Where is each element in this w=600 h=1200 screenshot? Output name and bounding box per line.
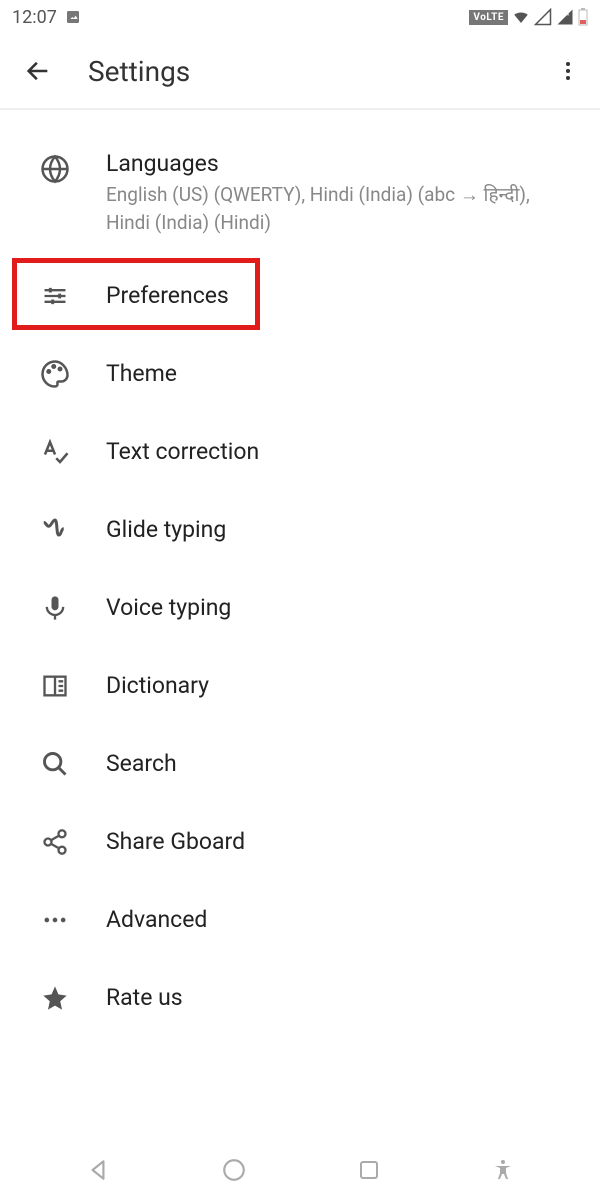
row-label: Glide typing <box>106 516 226 543</box>
gallery-icon <box>65 9 81 25</box>
wifi-icon <box>512 8 530 26</box>
row-sub: English (US) (QWERTY), Hindi (India) (ab… <box>106 181 546 236</box>
volte-badge: VoLTE <box>469 10 508 25</box>
page-title: Settings <box>88 55 190 88</box>
row-preferences[interactable]: Preferences <box>0 256 600 334</box>
row-text-correction[interactable]: Text correction <box>0 412 600 490</box>
row-label: Theme <box>106 360 177 387</box>
back-icon[interactable] <box>24 57 52 85</box>
sliders-icon <box>38 279 72 313</box>
settings-list: Languages English (US) (QWERTY), Hindi (… <box>0 110 600 1036</box>
nav-recents-icon[interactable] <box>357 1158 381 1182</box>
row-label: Advanced <box>106 906 207 933</box>
row-label: Voice typing <box>106 594 231 621</box>
row-dictionary[interactable]: Dictionary <box>0 646 600 724</box>
row-label: Dictionary <box>106 672 209 699</box>
row-theme[interactable]: Theme <box>0 334 600 412</box>
status-time: 12:07 <box>12 7 57 28</box>
nav-accessibility-icon[interactable] <box>491 1158 515 1182</box>
more-icon[interactable] <box>556 59 580 83</box>
globe-icon <box>38 152 72 186</box>
palette-icon <box>38 357 72 391</box>
nav-home-icon[interactable] <box>221 1157 247 1183</box>
mic-icon <box>38 591 72 625</box>
row-label: Languages <box>106 150 546 177</box>
row-label: Search <box>106 750 177 777</box>
spellcheck-icon <box>38 435 72 469</box>
row-label: Text correction <box>106 438 259 465</box>
row-label: Rate us <box>106 984 183 1011</box>
row-voice-typing[interactable]: Voice typing <box>0 568 600 646</box>
app-bar: Settings <box>0 34 600 110</box>
book-icon <box>38 669 72 703</box>
share-icon <box>38 825 72 859</box>
row-share-gboard[interactable]: Share Gboard <box>0 802 600 880</box>
gesture-icon <box>38 513 72 547</box>
nav-back-icon[interactable] <box>85 1157 111 1183</box>
row-languages[interactable]: Languages English (US) (QWERTY), Hindi (… <box>0 130 600 256</box>
row-advanced[interactable]: Advanced <box>0 880 600 958</box>
row-search[interactable]: Search <box>0 724 600 802</box>
battery-icon <box>578 8 588 26</box>
star-icon <box>38 981 72 1015</box>
row-label: Preferences <box>106 282 229 309</box>
signal-icon <box>534 8 552 26</box>
row-rate-us[interactable]: Rate us <box>0 958 600 1036</box>
svg-text:x: x <box>567 11 570 18</box>
row-label: Share Gboard <box>106 828 245 855</box>
search-icon <box>38 747 72 781</box>
dots-icon <box>38 903 72 937</box>
status-bar: 12:07 VoLTE x <box>0 0 600 34</box>
row-glide-typing[interactable]: Glide typing <box>0 490 600 568</box>
navigation-bar <box>0 1140 600 1200</box>
signal-2-icon: x <box>556 8 574 26</box>
